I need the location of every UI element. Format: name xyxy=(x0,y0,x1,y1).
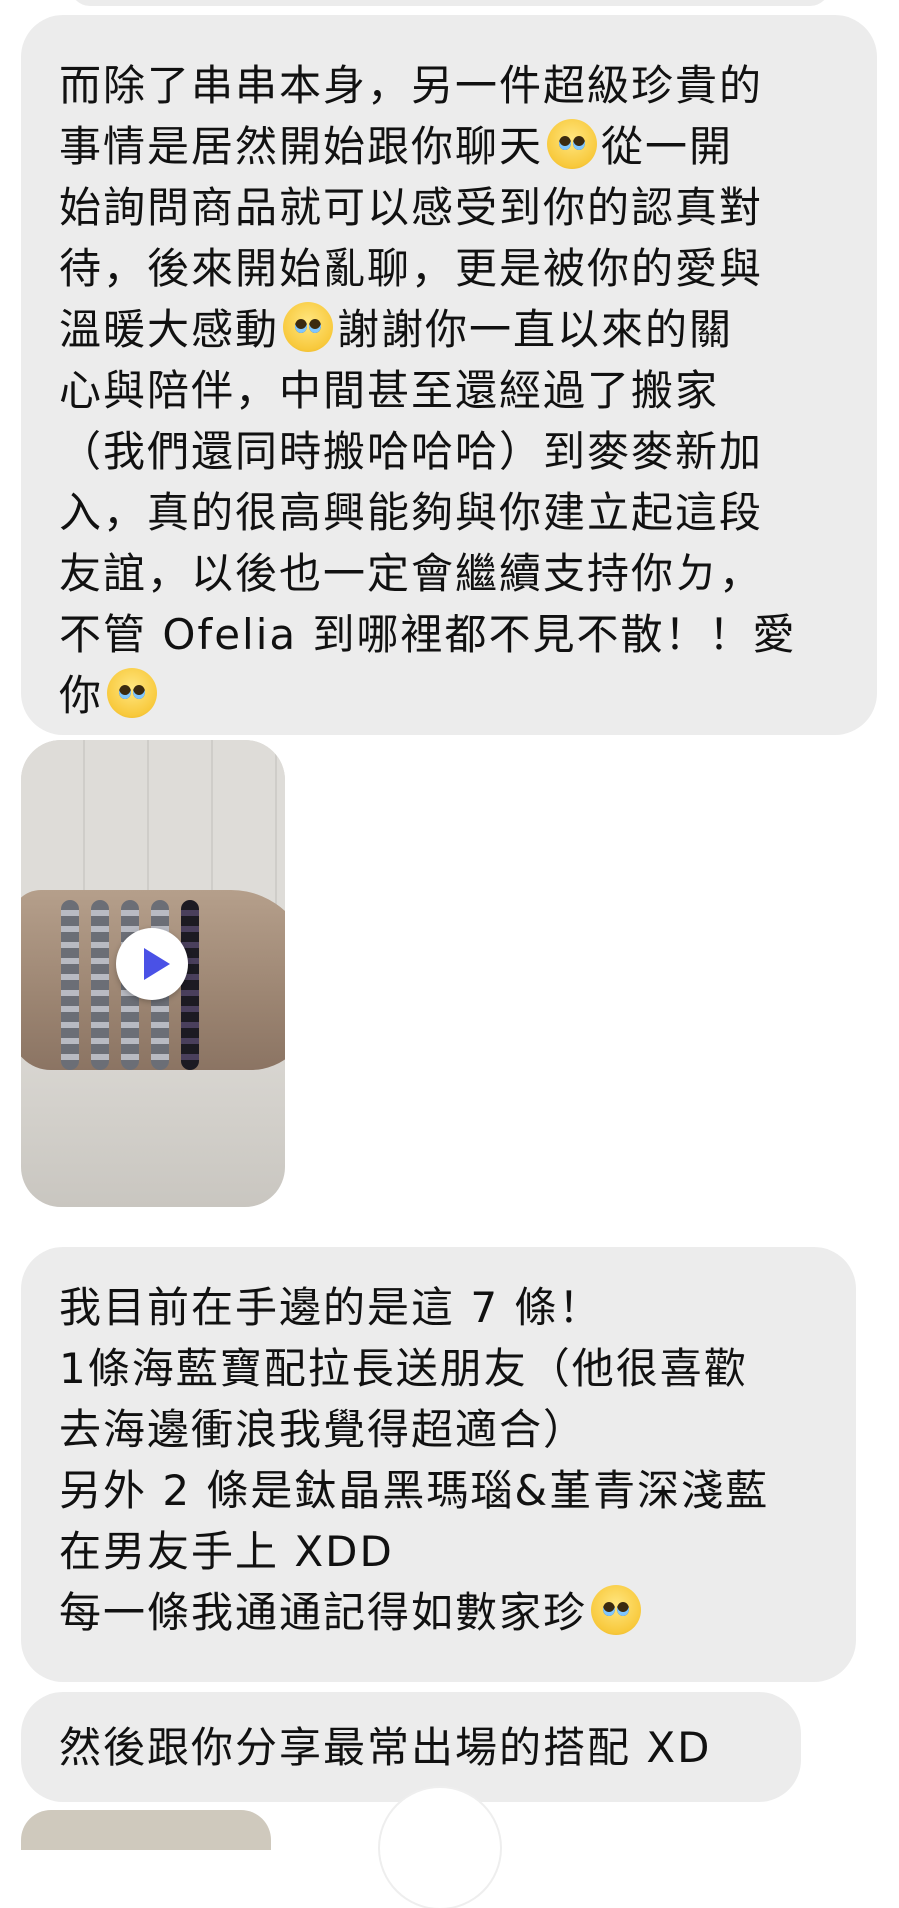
message-text: 我目前在手邊的是這 7 條！ 1條海藍寶配拉長送朋友（他很喜歡 去海邊衝浪我覺得… xyxy=(59,1277,816,1643)
message-line: 始詢問商品就可以感受到你的認真對 xyxy=(59,183,764,232)
message-line: 另外 2 條是鈦晶黑瑪瑙&堇青深淺藍 xyxy=(59,1466,770,1515)
message-line: 不管 Ofelia 到哪裡都不見不散！！愛 xyxy=(59,610,797,659)
play-icon xyxy=(144,948,170,980)
message-line: 溫暖大感動 xyxy=(59,305,280,354)
bracelet-video-thumbnail[interactable] xyxy=(21,740,285,1207)
smiling-face-with-hearts-icon xyxy=(107,668,158,718)
pleading-face-icon xyxy=(547,119,598,169)
message-line: 1條海藍寶配拉長送朋友（他很喜歡 xyxy=(59,1344,748,1393)
previous-message-bubble xyxy=(70,0,830,6)
play-button[interactable] xyxy=(116,928,188,1000)
pleading-face-icon xyxy=(283,302,334,352)
message-line: 而除了串串本身，另一件超級珍貴的 xyxy=(59,61,764,110)
message-line: 我目前在手邊的是這 7 條！ xyxy=(59,1283,603,1332)
scroll-button[interactable] xyxy=(380,1788,500,1908)
bracelet-beads xyxy=(181,900,199,1070)
message-line: 心與陪伴，中間甚至還經過了搬家 xyxy=(59,366,720,415)
message-bubble-share[interactable]: 然後跟你分享最常出場的搭配 XD xyxy=(21,1692,801,1802)
message-line: 入，真的很高興能夠與你建立起這段 xyxy=(59,488,764,537)
message-line: 友誼，以後也一定會繼續支持你ㄉ， xyxy=(59,549,764,598)
message-line: 去海邊衝浪我覺得超適合） xyxy=(59,1405,588,1454)
message-line: 待，後來開始亂聊，更是被你的愛與 xyxy=(59,244,764,293)
message-text: 而除了串串本身，另一件超級珍貴的 事情是居然開始跟你聊天 從一開 始詢問商品就可以… xyxy=(59,55,837,726)
message-line: 從一開 xyxy=(601,122,734,171)
message-bubble-gratitude[interactable]: 而除了串串本身，另一件超級珍貴的 事情是居然開始跟你聊天 從一開 始詢問商品就可以… xyxy=(21,15,877,735)
message-line: （我們還同時搬哈哈哈）到麥麥新加 xyxy=(59,427,764,476)
next-media-thumbnail[interactable] xyxy=(21,1810,271,1850)
bracelet-beads xyxy=(61,900,79,1070)
bracelet-beads xyxy=(91,900,109,1070)
message-line: 事情是居然開始跟你聊天 xyxy=(59,122,544,171)
message-line: 謝謝你一直以來的關 xyxy=(337,305,734,354)
message-line: 每一條我通通記得如數家珍 xyxy=(59,1588,588,1637)
message-line: 在男友手上 XDD xyxy=(59,1527,394,1576)
message-bubble-bracelets[interactable]: 我目前在手邊的是這 7 條！ 1條海藍寶配拉長送朋友（他很喜歡 去海邊衝浪我覺得… xyxy=(21,1247,856,1682)
message-line: 你 xyxy=(59,671,104,720)
message-text: 然後跟你分享最常出場的搭配 XD xyxy=(59,1723,712,1772)
pleading-face-icon xyxy=(591,1585,642,1635)
